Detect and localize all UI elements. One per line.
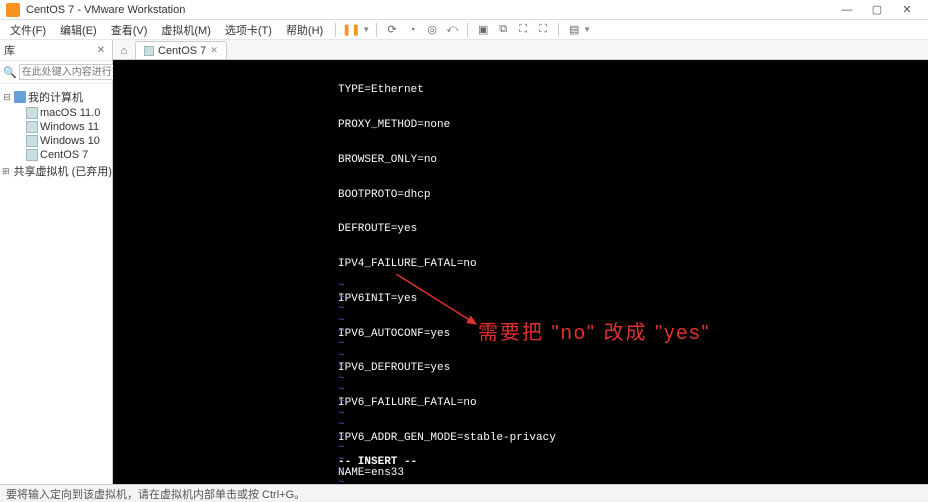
unity-button[interactable]: ▣: [474, 22, 492, 38]
sidebar: 库 ✕ 🔍 ▼ ⊟我的计算机 macOS 11.0 Windows 11 Win…: [0, 40, 113, 484]
separator: [376, 23, 377, 37]
tree-item[interactable]: Windows 10: [14, 134, 110, 148]
tree-item[interactable]: CentOS 7: [14, 148, 110, 162]
terminal-line: IPV6INIT=yes: [338, 294, 928, 306]
menu-tabs[interactable]: 选项卡(T): [219, 20, 278, 40]
tree-shared[interactable]: ⊞共享虚拟机 (已弃用): [2, 162, 110, 180]
vm-tree: ⊟我的计算机 macOS 11.0 Windows 11 Windows 10 …: [0, 84, 112, 184]
window-title: CentOS 7 - VMware Workstation: [26, 4, 832, 16]
tree-root[interactable]: ⊟我的计算机: [2, 88, 110, 106]
close-button[interactable]: ✕: [892, 3, 922, 16]
tab-strip: ⌂ CentOS 7 ✕: [113, 40, 928, 60]
search-icon[interactable]: 🔍: [3, 64, 17, 80]
terminal-line: NAME=ens33: [338, 468, 928, 480]
revert-button[interactable]: ⤺: [443, 22, 461, 38]
vim-mode-line: -- INSERT --: [338, 456, 417, 468]
snapshot-manager-button[interactable]: ◎: [423, 22, 441, 38]
removable-devices-button[interactable]: ▤: [565, 22, 583, 38]
menu-help[interactable]: 帮助(H): [280, 20, 329, 40]
home-tab[interactable]: ⌂: [115, 43, 133, 59]
tilde-column: ~~~~~~~~~~~~~~~~~~~~: [338, 280, 345, 484]
fullscreen-button[interactable]: ⛶: [534, 22, 552, 38]
vmware-icon: [6, 3, 20, 17]
terminal-line: IPV6_DEFROUTE=yes: [338, 363, 928, 375]
pause-button[interactable]: ❚❚: [342, 22, 360, 38]
terminal-line: TYPE=Ethernet: [338, 85, 928, 97]
sidebar-header: 库: [4, 42, 94, 58]
fit-window-button[interactable]: ⛶: [514, 22, 532, 38]
terminal-line: IPV6_FAILURE_FATAL=no: [338, 398, 928, 410]
terminal-line: DEFROUTE=yes: [338, 224, 928, 236]
sidebar-close-button[interactable]: ✕: [94, 45, 108, 56]
tab-close-button[interactable]: ✕: [210, 45, 218, 56]
titlebar: CentOS 7 - VMware Workstation — ▢ ✕: [0, 0, 928, 20]
terminal[interactable]: TYPE=Ethernet PROXY_METHOD=none BROWSER_…: [113, 60, 928, 484]
maximize-button[interactable]: ▢: [862, 3, 892, 16]
terminal-line: BOOTPROTO=dhcp: [338, 190, 928, 202]
computer-icon: [14, 91, 26, 103]
vm-icon: [144, 46, 154, 56]
terminal-line: BROWSER_ONLY=no: [338, 155, 928, 167]
separator: [558, 23, 559, 37]
separator: [467, 23, 468, 37]
vm-icon: [26, 135, 38, 147]
terminal-line: PROXY_METHOD=none: [338, 120, 928, 132]
tree-item[interactable]: macOS 11.0: [14, 106, 110, 120]
menu-edit[interactable]: 编辑(E): [54, 20, 103, 40]
vm-tab[interactable]: CentOS 7 ✕: [135, 41, 227, 59]
terminal-line: IPV6_ADDR_GEN_MODE=stable-privacy: [338, 433, 928, 445]
separator: [335, 23, 336, 37]
menu-file[interactable]: 文件(F): [4, 20, 52, 40]
minimize-button[interactable]: —: [832, 4, 862, 16]
snapshot-button[interactable]: ◔: [403, 22, 421, 38]
vm-icon: [26, 149, 38, 161]
fit-guest-button[interactable]: ⧉: [494, 22, 512, 38]
vm-icon: [26, 121, 38, 133]
annotation-text: 需要把 "no" 改成 "yes": [478, 316, 710, 345]
vm-icon: [26, 107, 38, 119]
terminal-line: IPV4_FAILURE_FATAL=no: [338, 259, 928, 271]
tab-label: CentOS 7: [158, 45, 206, 57]
menubar: 文件(F) 编辑(E) 查看(V) 虚拟机(M) 选项卡(T) 帮助(H) ❚❚…: [0, 20, 928, 40]
send-ctrlaltdel-button[interactable]: ⟳: [383, 22, 401, 38]
menu-vm[interactable]: 虚拟机(M): [155, 20, 217, 40]
menu-view[interactable]: 查看(V): [105, 20, 154, 40]
statusbar: 要将输入定向到该虚拟机，请在虚拟机内部单击或按 Ctrl+G。: [0, 484, 928, 500]
tree-item[interactable]: Windows 11: [14, 120, 110, 134]
